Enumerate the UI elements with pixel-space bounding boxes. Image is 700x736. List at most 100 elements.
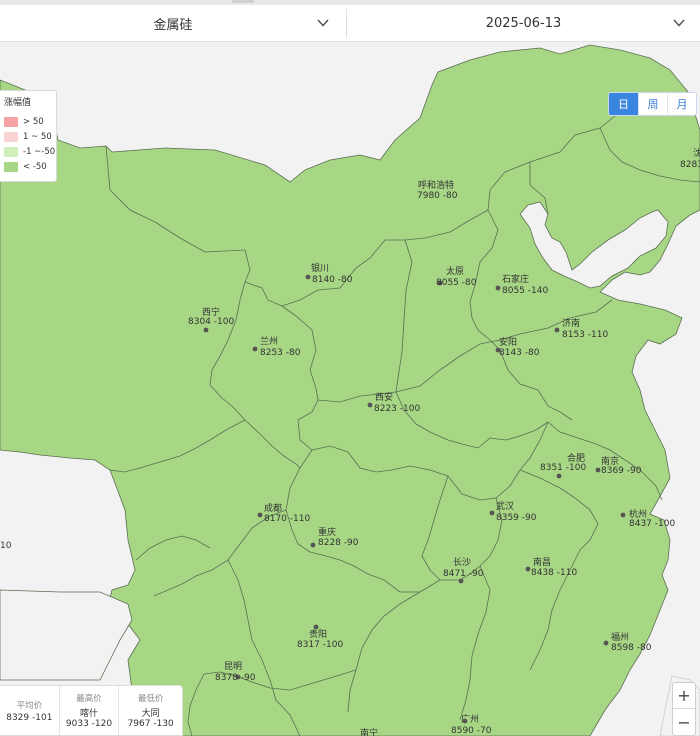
city-marker[interactable] [458, 578, 464, 584]
legend: 涨幅值 > 50 1 ~ 50 -1 ~-50 < -50 [0, 90, 57, 182]
stat-highest-value: 9033 -120 [65, 719, 113, 729]
period-month-button[interactable]: 月 [667, 93, 696, 115]
city-name: 兰州 [260, 335, 278, 347]
city-marker[interactable] [313, 624, 319, 630]
city-name: 重庆 [318, 526, 336, 538]
city-price: 8304 -100 [188, 317, 234, 327]
zoom-control: + − [672, 682, 696, 736]
edge-fragment-label: 南宁 [360, 727, 378, 736]
city-price: 8055 -80 [436, 278, 477, 288]
edge-fragment-label: 10 [0, 541, 12, 551]
period-week-button[interactable]: 周 [638, 93, 667, 115]
stat-lowest: 最低价 大同 7967 -130 [119, 686, 182, 735]
city-marker[interactable] [257, 512, 263, 518]
city-name: 安阳 [499, 336, 517, 348]
city-price: 8283 [680, 160, 700, 170]
legend-swatch [4, 146, 18, 157]
legend-item[interactable]: < -50 [4, 159, 56, 174]
city-price: 8590 -70 [451, 726, 492, 736]
city-marker[interactable] [495, 285, 501, 291]
city-price: 8437 -100 [629, 519, 675, 529]
china-map[interactable]: 呼和浩特7980 -80 银川8140 -80 太原8055 -80 石家庄8055 … [0, 42, 700, 736]
city-price: 8253 -80 [260, 348, 301, 358]
city-price: 8170 -110 [264, 514, 310, 524]
city-marker[interactable] [367, 402, 373, 408]
city-name: 呼和浩特 [418, 179, 454, 191]
city-name: 长沙 [453, 556, 471, 568]
stat-highest-title: 最高价 [76, 694, 102, 704]
city-marker[interactable] [595, 467, 601, 473]
city-price: 8228 -90 [318, 538, 359, 548]
stat-lowest-title: 最低价 [137, 694, 164, 704]
price-map[interactable]: 呼和浩特 7980 -80 银川 8140 -80 太原 8055 -80 石家庄 8055 … [0, 42, 700, 736]
stat-highest: 最高价 喀什 9033 -120 [60, 686, 120, 735]
city-name: 武汉 [496, 500, 514, 512]
city-marker[interactable] [305, 274, 311, 280]
city-marker[interactable] [252, 346, 258, 352]
legend-swatch [4, 131, 18, 142]
city-marker[interactable] [310, 542, 316, 548]
western-offmap [0, 589, 133, 681]
price-stats-panel: 平均价 8329 -101 最高价 喀什 9033 -120 最低价 大同 79… [0, 685, 183, 736]
stat-average-value: 8329 -101 [6, 712, 53, 723]
legend-item[interactable]: -1 ~-50 [4, 144, 56, 159]
city-price: 8598 -80 [611, 643, 652, 653]
city-name: 广州 [461, 713, 479, 725]
city-marker[interactable] [603, 640, 609, 646]
city-marker[interactable] [525, 566, 531, 572]
city-marker[interactable] [554, 327, 560, 333]
city-name: 南昌 [533, 556, 551, 568]
city-price: 8351 -100 [540, 463, 586, 473]
city-marker[interactable] [620, 512, 626, 518]
city-price: 8143 -80 [499, 348, 540, 358]
legend-item[interactable]: > 50 [4, 114, 56, 129]
city-name: 太原 [446, 265, 464, 277]
city-name: 贵阳 [309, 628, 327, 640]
legend-swatch [4, 161, 18, 172]
city-marker[interactable] [556, 473, 562, 479]
chevron-down-icon [673, 19, 685, 27]
city-price: 8140 -80 [312, 275, 353, 285]
city-price: 8378 -90 [215, 673, 256, 683]
stat-average: 平均价 8329 -101 [0, 686, 60, 735]
city-name: 银川 [311, 262, 329, 274]
legend-label: -1 ~-50 [23, 146, 56, 157]
city-price: 8369 -90 [601, 466, 642, 476]
city-price: 8153 -110 [562, 330, 608, 340]
date-dropdown[interactable]: 2025-06-13 [347, 5, 700, 42]
city-name: 福州 [611, 631, 629, 643]
city-name: 石家庄 [502, 273, 529, 285]
metal-dropdown[interactable]: 金属硅 [0, 5, 346, 42]
city-name: 西安 [375, 391, 393, 403]
selector-bar: 金属硅 2025-06-13 [0, 5, 700, 42]
zoom-in-button[interactable]: + [673, 683, 695, 709]
city-marker[interactable] [489, 510, 495, 516]
city-name: 济南 [562, 317, 580, 329]
stat-highest-city: 喀什 [80, 709, 99, 719]
city-name: 沈 [693, 147, 700, 159]
city-price: 7980 -80 [417, 191, 458, 201]
city-name: 成都 [264, 502, 282, 514]
scroll-notch [232, 0, 254, 3]
legend-title: 涨幅值 [4, 98, 32, 108]
city-price: 8055 -140 [502, 286, 548, 296]
city-price: 8317 -100 [297, 640, 343, 650]
city-marker[interactable] [203, 327, 209, 333]
period-toggle: 日 周 月 [608, 92, 697, 116]
zoom-out-button[interactable]: − [673, 709, 695, 735]
period-day-button[interactable]: 日 [609, 93, 638, 115]
metal-dropdown-label: 金属硅 [153, 18, 193, 33]
legend-item[interactable]: 1 ~ 50 [4, 129, 56, 144]
city-price: 8438 -110 [531, 568, 577, 578]
legend-label: 1 ~ 50 [23, 131, 52, 142]
legend-label: < -50 [23, 161, 47, 172]
stat-lowest-value: 7967 -130 [127, 719, 174, 729]
city-price: 8471 -90 [443, 569, 484, 579]
date-dropdown-label: 2025-06-13 [485, 16, 562, 31]
stat-average-title: 平均价 [16, 700, 43, 711]
city-name: 昆明 [224, 661, 242, 672]
legend-label: > 50 [23, 116, 44, 127]
legend-swatch [4, 116, 18, 127]
city-price: 8359 -90 [496, 513, 537, 523]
city-price: 8223 -100 [374, 404, 420, 414]
